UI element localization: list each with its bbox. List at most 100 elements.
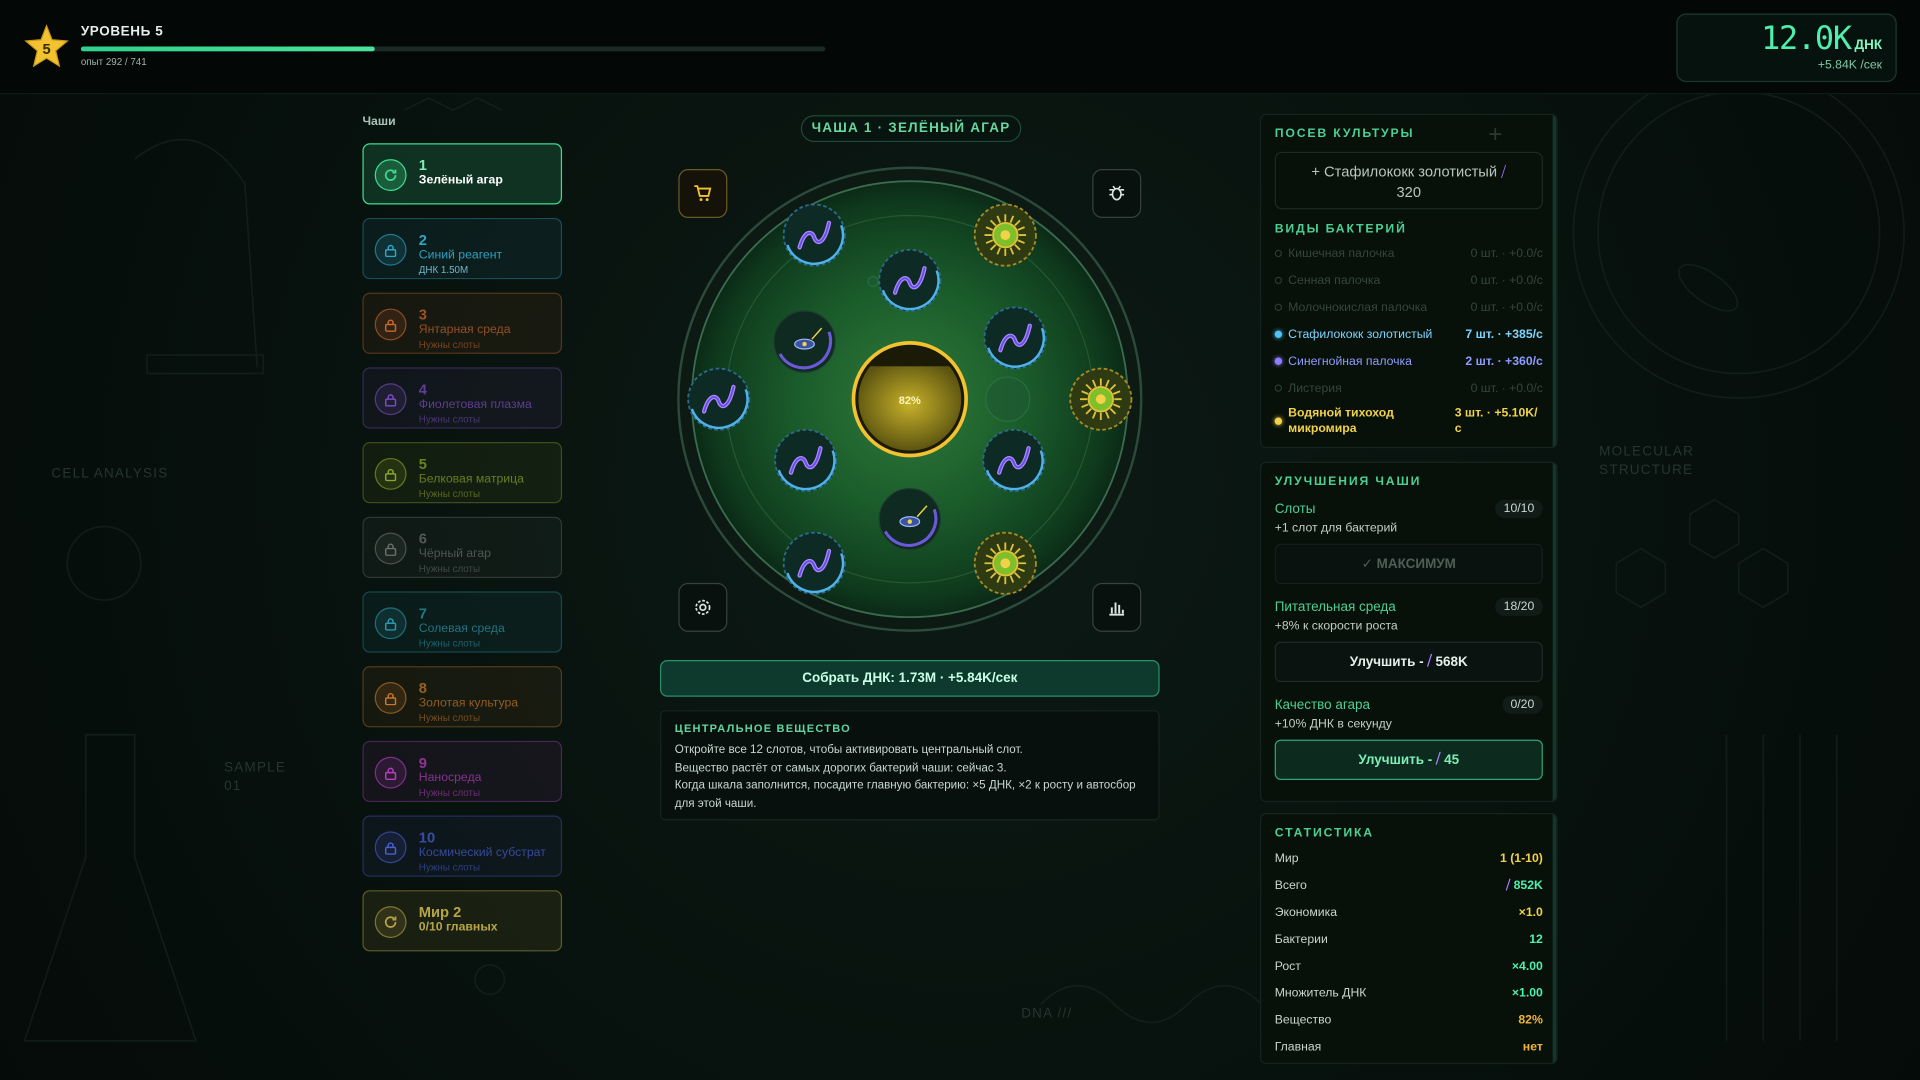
species-row[interactable]: Стафилококк золотистый 7 шт. · +385/с [1274,321,1543,348]
dish-card[interactable]: 1 Зелёный агар [362,143,563,205]
stat-value-wrap: ×1.0 [1519,906,1543,919]
stat-value: ×4.00 [1511,959,1543,973]
sow-cost: 320 [1396,183,1422,201]
petri-dish[interactable]: 82% [677,164,1143,634]
stat-value-wrap: ⧸ 852K [1506,879,1543,892]
water-bear-colony[interactable] [1069,367,1133,431]
upgrade-item: Слоты 10/10 +1 слот для бактерий ✓ МАКСИМУМ [1274,499,1543,585]
upgrade-max-button[interactable]: ✓ МАКСИМУМ [1274,543,1543,585]
dna-icon: ⧸ [1501,162,1507,181]
species-name-wrap: Молочнокислая палочка [1274,300,1428,315]
empty-slot[interactable] [985,376,1031,422]
staphylococcus-colony[interactable] [878,248,942,312]
species-name: Синегнойная палочка [1288,354,1412,368]
dish-card[interactable]: 3 Янтарная среда Нужны слоты [362,292,563,354]
stat-value: 852K [1513,878,1543,893]
dish-name: Золотая культура [418,696,519,711]
star-icon: 5 [24,24,69,68]
sowing-heading: ПОСЕВ КУЛЬТУРЫ [1274,127,1415,141]
species-count: 0 шт. · +0.0/с [1470,273,1543,288]
species-name-wrap: Листерия [1274,381,1342,395]
upgrade-list: Слоты 10/10 +1 слот для бактерий ✓ МАКСИМУМ… [1274,499,1543,781]
pseudomonas-colony[interactable] [773,310,836,373]
water-bear-colony[interactable] [973,531,1037,595]
xp-progress-bar [80,46,826,52]
dna-icon: ⧸ [1435,751,1441,767]
species-row[interactable]: Водяной тихоход микромира 3 шт. · +5.10K/… [1274,402,1543,439]
species-dot [1274,303,1283,312]
pseudomonas-colony[interactable] [878,487,942,551]
dna-counter: 12.0K ДНК +5.84K /сек [1676,13,1897,83]
staphylococcus-colony[interactable] [983,306,1047,370]
upgrade-button-label: Улучшить - [1349,654,1424,670]
dish-card[interactable]: 10 Космический субстрат Нужны слоты [362,815,563,877]
species-name-wrap: Сенная палочка [1274,274,1380,287]
lock-icon [374,831,407,864]
species-row[interactable]: Синегнойная палочка 2 шт. · +360/с [1274,348,1543,375]
collect-dna-button[interactable]: Собрать ДНК: 1.73M · +5.84K/сек [660,660,1160,697]
sowing-panel: ПОСЕВ КУЛЬТУРЫ + + Стафилококк золотисты… [1260,113,1558,449]
game-screen: CELL ANALYSIS MOLECULAR STRUCTURE SAMPLE… [0,0,1920,1080]
world-2-card[interactable]: Мир 2 0/10 главных [362,890,563,952]
dish-card[interactable]: 9 Наносреда Нужны слоты [362,740,563,803]
dna-icon: ⧸ [1427,653,1432,669]
stat-row: Главная нет [1275,1033,1543,1060]
dish-card[interactable]: 4 Фиолетовая плазма Нужны слоты [362,367,563,429]
xp-text: опыт 292 / 741 [80,56,147,68]
dish-card[interactable]: 8 Золотая культура Нужны слоты [362,666,563,728]
level-number: 5 [42,42,50,58]
stat-value: нет [1522,1040,1543,1054]
species-row[interactable]: Молочнокислая палочка 0 шт. · +0.0/с [1274,294,1543,321]
dish-card[interactable]: 2 Синий реагент ДНК 1.50M [362,217,563,280]
refresh-icon [374,159,407,192]
sow-button[interactable]: + Стафилококк золотистый ⧸ 320 [1274,151,1543,210]
lock-icon [374,308,407,341]
lock-icon [374,532,407,565]
upgrade-level-badge: 0/20 [1501,695,1543,714]
info-line: Когда шкала заполнится, посадите главную… [674,778,1136,793]
upgrade-button-label: Улучшить - [1358,752,1433,768]
stat-value: 82% [1518,1013,1543,1027]
info-line: Вещество растёт от самых дорогих бактери… [674,761,1007,775]
water-bear-colony[interactable] [973,203,1037,267]
upgrades-panel: УЛУЧШЕНИЯ ЧАШИ Слоты 10/10 +1 слот для бак… [1260,461,1558,803]
upgrade-level-badge: 18/20 [1495,597,1543,616]
upgrade-name: Питательная среда [1274,599,1396,615]
dish-card[interactable]: 5 Белковая матрица Нужны слоты [362,442,563,504]
dish-card[interactable]: 7 Солевая среда Нужны слоты [362,591,563,653]
species-name: Молочнокислая палочка [1288,300,1428,315]
dish-number: 2 [418,231,427,249]
upgrade-level-badge: 10/10 [1495,499,1543,518]
stat-value: ×1.00 [1511,986,1543,1000]
world-progress: 0/10 главных [418,920,498,935]
upgrade-item: Качество агара 0/20 +10% ДНК в секунду Улуч… [1274,695,1543,781]
dna-icon: ⧸ [1506,878,1514,893]
upgrade-button[interactable]: Улучшить - ⧸ 568K [1274,641,1543,683]
dish-name: Синий реагент [418,248,503,263]
upgrade-name: Слоты [1274,501,1316,517]
staphylococcus-colony[interactable] [982,428,1046,492]
upgrade-button[interactable]: Улучшить - ⧸ 45 [1274,739,1543,781]
upgrade-cost: 45 [1444,752,1460,768]
info-line: Откройте все 12 слотов, чтобы активирова… [674,743,1023,757]
species-row[interactable]: Листерия 0 шт. · +0.0/с [1274,375,1543,402]
species-name-wrap: Кишечная палочка [1274,247,1394,260]
dna-rate: +5.84K /сек [1817,58,1883,73]
upgrade-cost: 568K [1435,654,1468,670]
species-count: 0 шт. · +0.0/с [1470,300,1543,315]
stats-panel: СТАТИСТИКА Мир 1 (1-10) Всего ⧸ 852K Экономи… [1260,813,1558,1065]
staphylococcus-colony[interactable] [782,203,846,267]
dish-card[interactable]: 6 Чёрный агар Нужны слоты [362,516,563,578]
species-dot [1274,276,1283,285]
species-row[interactable]: Кишечная палочка 0 шт. · +0.0/с [1274,240,1543,267]
lock-icon [374,607,407,640]
staphylococcus-colony[interactable] [687,367,751,431]
species-row[interactable]: Сенная палочка 0 шт. · +0.0/с [1274,267,1543,294]
central-percent: 82% [899,395,921,407]
species-count: 2 шт. · +360/с [1465,354,1543,368]
stat-row: Экономика ×1.0 [1275,899,1543,926]
dish-number: 10 [418,828,436,847]
staphylococcus-colony[interactable] [774,428,838,492]
staphylococcus-colony[interactable] [782,531,846,595]
empty-slot[interactable] [867,276,879,288]
